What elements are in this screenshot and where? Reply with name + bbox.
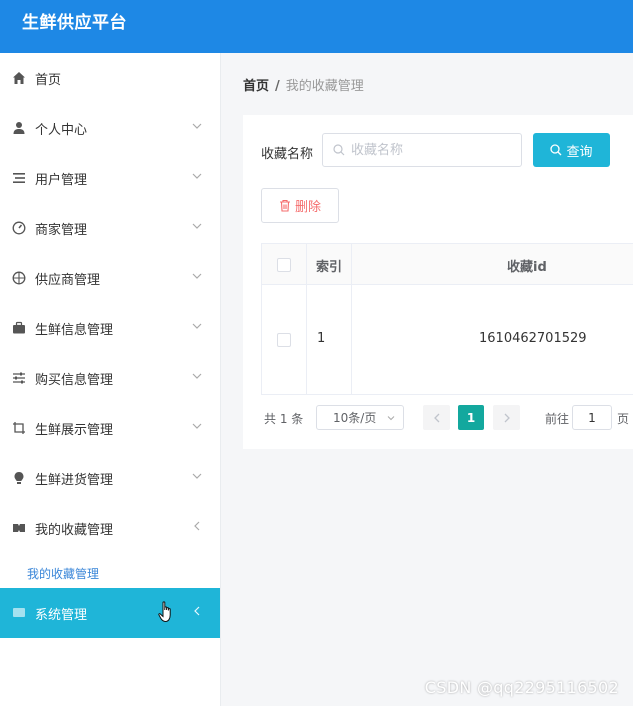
pagination: 共 1 条 10条/页 1 前往 1 页: [261, 404, 633, 432]
prev-page-button[interactable]: [423, 405, 450, 430]
query-button[interactable]: 查询: [533, 133, 610, 167]
column-header-favorite-id[interactable]: 收藏id: [507, 256, 547, 275]
table-header: 索引 收藏id: [262, 244, 633, 285]
top-header: 生鲜供应平台: [0, 0, 633, 53]
sidebar-item-suppliers[interactable]: 供应商管理: [0, 253, 220, 303]
sidebar-item-label: 供应商管理: [35, 272, 101, 288]
sidebar-item-home[interactable]: 首页: [0, 53, 220, 103]
sidebar-item-fresh-stock[interactable]: 生鲜进货管理: [0, 453, 220, 503]
breadcrumb: 首页 / 我的收藏管理: [243, 75, 364, 94]
sidebar-item-label: 生鲜进货管理: [35, 472, 114, 488]
sidebar-item-label: 首页: [35, 72, 62, 88]
system-icon: [13, 608, 25, 617]
app-title: 生鲜供应平台: [22, 13, 127, 33]
sidebar-item-label: 商家管理: [35, 222, 88, 238]
hand-cursor-icon: [158, 601, 171, 623]
chevron-down-icon: [192, 423, 202, 429]
list-icon: [13, 173, 25, 183]
home-icon: [13, 72, 25, 84]
user-icon: [13, 122, 25, 134]
goto-label: 前往: [545, 412, 570, 426]
sidebar-subitem-my-favorites[interactable]: 我的收藏管理: [0, 555, 220, 591]
sidebar-item-merchants[interactable]: 商家管理: [0, 203, 220, 253]
sidebar-item-label: 我的收藏管理: [35, 522, 114, 538]
sidebar: 首页 个人中心 用户管理 商家管理 供应商管理 生鲜信息管理 购买信息管理 生鲜…: [0, 53, 221, 706]
sidebar-item-label: 个人中心: [35, 122, 88, 138]
chevron-down-icon: [192, 473, 202, 479]
sliders-icon: [13, 372, 25, 384]
chevron-down-icon: [192, 323, 202, 329]
column-divider: [306, 244, 307, 395]
table-row[interactable]: 1 1610462701529: [262, 284, 633, 395]
search-field[interactable]: [322, 133, 522, 167]
goto-page-input[interactable]: 1: [572, 405, 612, 430]
sidebar-item-system[interactable]: 系统管理: [0, 588, 220, 638]
favorites-table: 索引 收藏id 1 1610462701529: [261, 243, 633, 395]
query-button-label: 查询: [566, 144, 593, 160]
compass-icon: [12, 221, 26, 235]
chevron-down-icon: [387, 416, 395, 421]
trash-icon: [279, 199, 290, 212]
sidebar-item-label: 系统管理: [35, 607, 88, 623]
goto-suffix: 页: [617, 412, 630, 426]
chevron-left-icon: [194, 521, 200, 531]
search-input[interactable]: [349, 141, 513, 159]
row-favorite-id: 1610462701529: [479, 331, 587, 346]
sidebar-item-label: 生鲜展示管理: [35, 422, 114, 438]
chevron-down-icon: [192, 173, 202, 179]
pagination-total: 共 1 条: [264, 412, 304, 426]
sidebar-item-favorites[interactable]: 我的收藏管理: [0, 503, 220, 553]
content-panel: 收藏名称 查询 删除 索引 收藏id 1 1610462701529 共 1 条…: [243, 115, 633, 449]
sidebar-item-profile[interactable]: 个人中心: [0, 103, 220, 153]
briefcase-icon: [13, 321, 25, 334]
breadcrumb-current: 我的收藏管理: [285, 79, 364, 94]
sidebar-item-fresh-info[interactable]: 生鲜信息管理: [0, 303, 220, 353]
search-label: 收藏名称: [261, 147, 314, 162]
watermark: CSDN @qq2295116502: [424, 678, 619, 697]
page-number-current[interactable]: 1: [458, 405, 484, 430]
chevron-left-icon: [433, 413, 439, 422]
select-all-checkbox[interactable]: [277, 258, 291, 272]
next-page-button[interactable]: [493, 405, 520, 430]
delete-button[interactable]: 删除: [261, 188, 339, 223]
chevron-right-icon: [504, 413, 510, 422]
chevron-down-icon: [192, 373, 202, 379]
row-checkbox[interactable]: [277, 333, 291, 347]
chevron-left-icon: [194, 606, 200, 616]
breadcrumb-home[interactable]: 首页: [243, 79, 269, 94]
sidebar-item-label: 生鲜信息管理: [35, 322, 114, 338]
page-size-value: 10条/页: [333, 411, 377, 425]
bulb-icon: [14, 472, 24, 484]
page-size-select[interactable]: 10条/页: [316, 405, 404, 430]
column-header-index[interactable]: 索引: [316, 256, 342, 275]
search-icon: [550, 144, 562, 156]
sidebar-item-users[interactable]: 用户管理: [0, 153, 220, 203]
search-icon: [333, 144, 345, 156]
ticket-icon: [13, 524, 25, 532]
target-icon: [12, 271, 26, 285]
crop-icon: [13, 422, 25, 434]
breadcrumb-separator: /: [275, 79, 280, 94]
sidebar-item-fresh-display[interactable]: 生鲜展示管理: [0, 403, 220, 453]
chevron-down-icon: [192, 223, 202, 229]
chevron-down-icon: [192, 273, 202, 279]
delete-button-label: 删除: [294, 200, 321, 215]
column-divider: [351, 244, 352, 395]
sidebar-item-label: 用户管理: [35, 172, 88, 188]
sidebar-item-purchase-info[interactable]: 购买信息管理: [0, 353, 220, 403]
sidebar-item-label: 购买信息管理: [35, 372, 114, 388]
row-index: 1: [317, 331, 326, 346]
chevron-down-icon: [192, 123, 202, 129]
